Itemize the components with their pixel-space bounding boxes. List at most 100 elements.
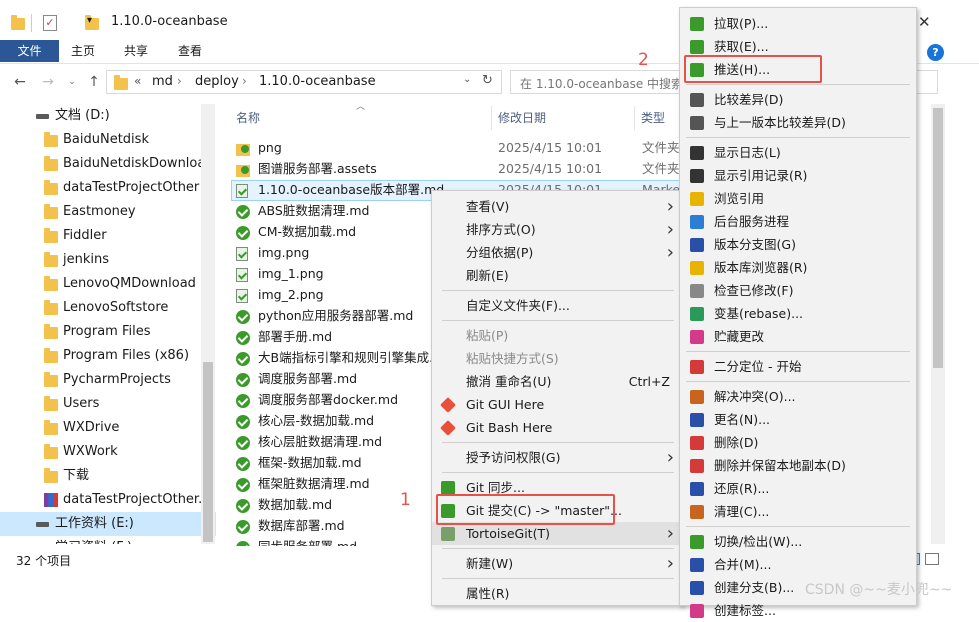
- menu-item[interactable]: 刷新(E): [432, 264, 682, 287]
- ribbon-tab-view[interactable]: 查看: [178, 40, 202, 62]
- back-button[interactable]: ←: [10, 72, 30, 92]
- menu-item-label: 与上一版本比较差异(D): [714, 115, 846, 130]
- menu-item[interactable]: 显示引用记录(R): [680, 164, 916, 187]
- folder-icon: [44, 132, 58, 147]
- refresh-icon[interactable]: ↻: [482, 73, 493, 88]
- recent-locations-icon[interactable]: ⌄: [62, 72, 82, 92]
- nav-item[interactable]: BaiduNetdisk: [0, 128, 216, 152]
- column-header-type[interactable]: 类型: [641, 106, 665, 130]
- menu-item[interactable]: 粘贴快捷方式(S): [432, 347, 682, 370]
- ribbon-tab-share[interactable]: 共享: [124, 40, 148, 62]
- menu-item-label: 显示引用记录(R): [714, 168, 808, 183]
- file-row[interactable]: 图谱服务部署.assets 2025/4/15 10:01 文件夹: [230, 158, 690, 179]
- menu-item[interactable]: 贮藏更改: [680, 325, 916, 348]
- nav-item[interactable]: Eastmoney: [0, 200, 216, 224]
- menu-item[interactable]: 显示日志(L): [680, 141, 916, 164]
- menu-item[interactable]: 后台服务进程: [680, 210, 916, 233]
- nav-item[interactable]: Program Files: [0, 320, 216, 344]
- menu-item-label: 自定义文件夹(F)...: [466, 298, 570, 313]
- up-button[interactable]: ↑: [84, 72, 104, 92]
- nav-item-label: LenovoQMDownload: [63, 276, 196, 291]
- nav-item[interactable]: 工作资料 (E:): [0, 512, 216, 536]
- breadcrumb-current[interactable]: 1.10.0-oceanbase: [259, 74, 376, 89]
- menu-item-label: 合并(M)...: [714, 557, 772, 572]
- nav-item[interactable]: dataTestProjectOther: [0, 176, 216, 200]
- file-row[interactable]: png 2025/4/15 10:01 文件夹: [230, 137, 690, 158]
- menu-item[interactable]: Git Bash Here: [432, 416, 682, 439]
- file-name: png: [258, 140, 282, 155]
- menu-item[interactable]: 变基(rebase)...: [680, 302, 916, 325]
- nav-item[interactable]: Users: [0, 392, 216, 416]
- breadcrumb-md[interactable]: md: [152, 74, 173, 89]
- nav-item[interactable]: dataTestProjectOther.zi: [0, 488, 216, 512]
- menu-item[interactable]: TortoiseGit(T) ›: [432, 522, 682, 545]
- nav-item[interactable]: LenovoQMDownload: [0, 272, 216, 296]
- menu-item-label: 更名(N)...: [714, 412, 771, 427]
- nav-item[interactable]: 学习资料 (F:): [0, 536, 216, 544]
- menu-item[interactable]: 删除(D): [680, 431, 916, 454]
- menu-item[interactable]: 新建(W) ›: [432, 552, 682, 575]
- menu-item[interactable]: 解决冲突(O)...: [680, 385, 916, 408]
- address-dropdown-icon[interactable]: ⌄: [463, 74, 471, 85]
- quick-access-dropdown-icon[interactable]: ▾: [87, 15, 92, 26]
- nav-item[interactable]: BaiduNetdiskDownload: [0, 152, 216, 176]
- menu-item[interactable]: 版本库浏览器(R): [680, 256, 916, 279]
- menu-item[interactable]: 粘贴(P): [432, 324, 682, 347]
- file-name: 部署手册.md: [258, 329, 333, 344]
- nav-item[interactable]: 下载: [0, 464, 216, 488]
- column-header-name[interactable]: 名称: [236, 106, 260, 130]
- help-icon[interactable]: ?: [927, 44, 944, 61]
- menu-item-label: 撤消 重命名(U): [466, 374, 552, 389]
- file-name: img.png: [258, 245, 310, 260]
- zip-archive-icon: [44, 493, 58, 507]
- nav-item[interactable]: jenkins: [0, 248, 216, 272]
- menu-item[interactable]: 浏览引用: [680, 187, 916, 210]
- nav-item[interactable]: WXDrive: [0, 416, 216, 440]
- large-icons-view-icon[interactable]: [925, 553, 939, 565]
- ribbon-tab-home[interactable]: 主页: [71, 40, 95, 62]
- nav-item[interactable]: LenovoSoftstore: [0, 296, 216, 320]
- file-list-scrollbar-thumb[interactable]: [933, 108, 943, 368]
- menu-item[interactable]: 分组依据(P) ›: [432, 241, 682, 264]
- nav-item-label: Program Files: [63, 324, 151, 339]
- menu-item[interactable]: 排序方式(O) ›: [432, 218, 682, 241]
- ribbon-file-tab[interactable]: 文件: [0, 40, 59, 62]
- breadcrumb-deploy[interactable]: deploy: [195, 74, 239, 89]
- forward-button[interactable]: →: [38, 72, 58, 92]
- menu-item[interactable]: 合并(M)...: [680, 553, 916, 576]
- versioned-check-icon: [236, 351, 250, 366]
- menu-item[interactable]: 版本分支图(G): [680, 233, 916, 256]
- menu-item[interactable]: 检查已修改(F): [680, 279, 916, 302]
- nav-item[interactable]: Program Files (x86): [0, 344, 216, 368]
- menu-item[interactable]: 清理(C)...: [680, 500, 916, 523]
- menu-item[interactable]: 还原(R)...: [680, 477, 916, 500]
- properties-icon[interactable]: ✓: [43, 15, 57, 31]
- menu-item[interactable]: 授予访问权限(G) ›: [432, 446, 682, 469]
- file-name: img_2.png: [258, 287, 324, 302]
- menu-item[interactable]: 切换/检出(W)...: [680, 530, 916, 553]
- menu-item[interactable]: 撤消 重命名(U) Ctrl+Z: [432, 370, 682, 393]
- nav-item[interactable]: 文档 (D:): [0, 104, 216, 128]
- column-header-date[interactable]: 修改日期: [498, 106, 546, 130]
- nav-item[interactable]: WXWork: [0, 440, 216, 464]
- menu-item[interactable]: 自定义文件夹(F)...: [432, 294, 682, 317]
- breadcrumb-overflow[interactable]: «: [134, 74, 141, 88]
- menu-item[interactable]: 二分定位 - 开始: [680, 355, 916, 378]
- file-name: python应用服务器部署.md: [258, 308, 414, 323]
- menu-item[interactable]: 查看(V) ›: [432, 195, 682, 218]
- close-icon[interactable]: ✕: [918, 13, 931, 31]
- nav-item[interactable]: Fiddler: [0, 224, 216, 248]
- nav-scrollbar-thumb[interactable]: [203, 362, 213, 542]
- menu-item[interactable]: Git GUI Here: [432, 393, 682, 416]
- menu-item[interactable]: 创建标签...: [680, 599, 916, 622]
- menu-item[interactable]: 与上一版本比较差异(D): [680, 111, 916, 134]
- search-input[interactable]: 在 1.10.0-oceanbase 中搜索: [520, 75, 683, 92]
- menu-item[interactable]: 删除并保留本地副本(D): [680, 454, 916, 477]
- menu-item[interactable]: 属性(R): [432, 582, 682, 605]
- nav-item[interactable]: PycharmProjects: [0, 368, 216, 392]
- file-name: 框架脏数据清理.md: [258, 476, 370, 491]
- menu-item[interactable]: 拉取(P)...: [680, 12, 916, 35]
- address-bar[interactable]: « md › deploy › 1.10.0-oceanbase ⌄ ↻: [106, 70, 502, 94]
- menu-item[interactable]: 比较差异(D): [680, 88, 916, 111]
- menu-item[interactable]: 更名(N)...: [680, 408, 916, 431]
